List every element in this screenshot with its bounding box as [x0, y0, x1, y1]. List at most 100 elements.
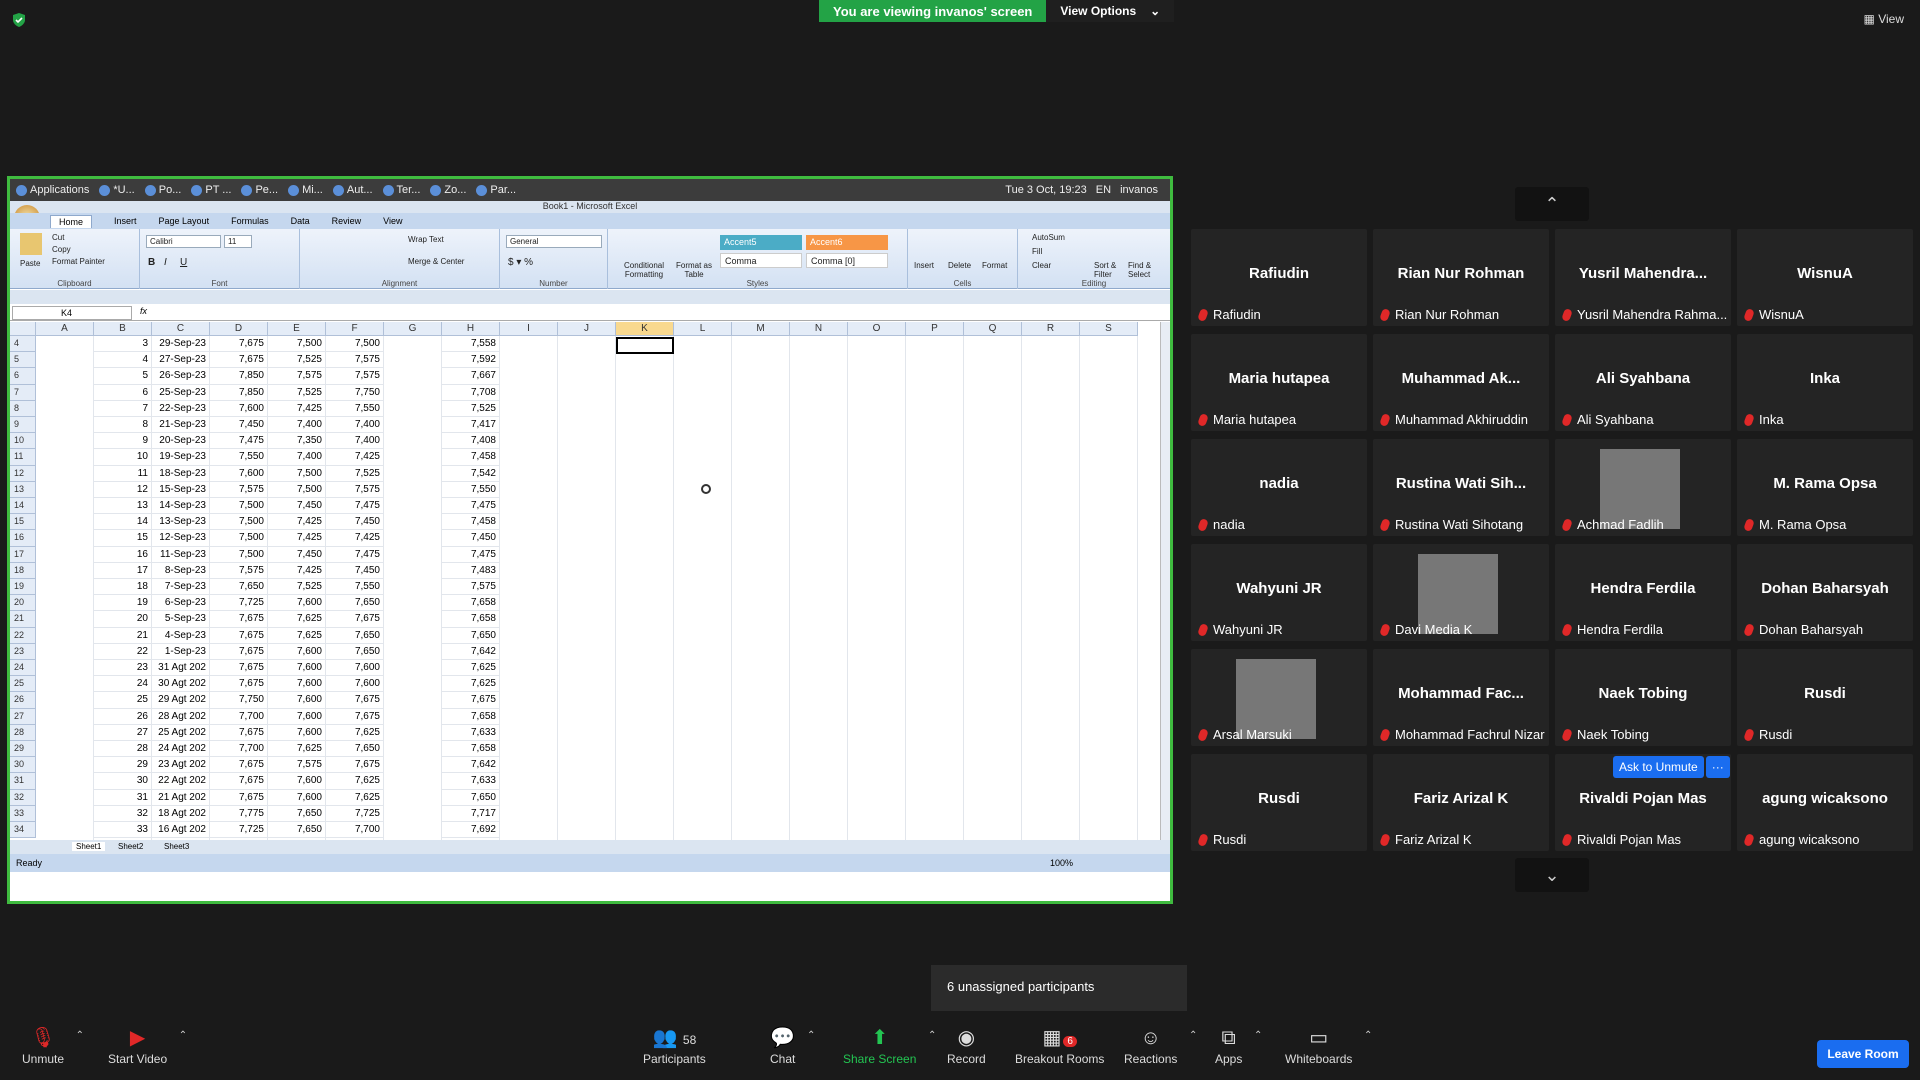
cell[interactable]: 7,675: [210, 660, 268, 677]
cell[interactable]: 7,650: [442, 789, 500, 806]
column-header[interactable]: D: [210, 322, 268, 336]
cell[interactable]: 9: [94, 433, 152, 450]
find-select-button[interactable]: Find & Select: [1128, 261, 1164, 279]
caret-up-icon[interactable]: ⌃: [179, 1030, 187, 1041]
cell[interactable]: 26-Sep-23: [152, 368, 210, 385]
cell[interactable]: 7,425: [268, 514, 326, 531]
cell[interactable]: 5-Sep-23: [152, 611, 210, 628]
cell[interactable]: 7,675: [210, 627, 268, 644]
ribbon-tab[interactable]: Formulas: [231, 216, 269, 226]
cell[interactable]: 7,500: [326, 336, 384, 353]
cell[interactable]: 7,450: [268, 498, 326, 515]
cell[interactable]: 7,675: [210, 352, 268, 369]
view-layout-button[interactable]: ▦ View: [1864, 12, 1904, 26]
participant-tile[interactable]: Ali Syahbana Ali Syahbana: [1555, 334, 1731, 431]
shared-screen[interactable]: Applications *U... Po... PT ... Pe... Mi... Au…: [7, 176, 1173, 904]
font-size-combo[interactable]: 11: [224, 235, 252, 248]
cell[interactable]: 7,400: [326, 433, 384, 450]
gallery-next-button[interactable]: ⌄: [1515, 858, 1589, 892]
cell[interactable]: 7,425: [268, 562, 326, 579]
cell[interactable]: 7,575: [268, 757, 326, 774]
cell[interactable]: 7,650: [442, 627, 500, 644]
participant-tile[interactable]: Wahyuni JR Wahyuni JR: [1191, 544, 1367, 641]
cell[interactable]: 7,525: [268, 384, 326, 401]
cell[interactable]: 25-Sep-23: [152, 384, 210, 401]
zoom-level[interactable]: 100%: [1050, 854, 1073, 872]
row-header[interactable]: 18: [10, 562, 36, 579]
column-header[interactable]: K: [616, 322, 674, 336]
taskbar-item[interactable]: Applications: [16, 184, 89, 196]
cell[interactable]: 30 Agt 202: [152, 676, 210, 693]
row-header[interactable]: 17: [10, 546, 36, 563]
style-comma0[interactable]: Comma [0]: [806, 253, 888, 268]
cell[interactable]: 7,700: [210, 708, 268, 725]
ask-to-unmute-button[interactable]: Ask to Unmute: [1613, 756, 1704, 778]
cell[interactable]: 7,592: [442, 352, 500, 369]
underline-button[interactable]: U: [180, 257, 187, 268]
cell[interactable]: 8-Sep-23: [152, 562, 210, 579]
caret-up-icon[interactable]: ⌃: [807, 1030, 815, 1041]
row-header[interactable]: 4: [10, 336, 36, 353]
format-cells-button[interactable]: Format: [982, 261, 1007, 270]
cell[interactable]: 7,675: [326, 611, 384, 628]
cell[interactable]: 7,675: [210, 611, 268, 628]
apps-button[interactable]: ⧉ Apps ⌃: [1215, 1024, 1262, 1066]
participant-tile[interactable]: Achmad Fadlih: [1555, 439, 1731, 536]
cell[interactable]: 7,675: [210, 643, 268, 660]
bold-button[interactable]: B: [148, 257, 155, 268]
cell[interactable]: 13-Sep-23: [152, 514, 210, 531]
ribbon-tab[interactable]: Data: [291, 216, 310, 226]
taskbar-item[interactable]: PT ...: [191, 184, 231, 196]
cell[interactable]: 14: [94, 514, 152, 531]
participant-tile[interactable]: Hendra Ferdila Hendra Ferdila: [1555, 544, 1731, 641]
cell[interactable]: 28: [94, 741, 152, 758]
row-header[interactable]: 19: [10, 579, 36, 596]
taskbar-item[interactable]: *U...: [99, 184, 135, 196]
cell[interactable]: 7,675: [210, 724, 268, 741]
taskbar-item[interactable]: Pe...: [241, 184, 278, 196]
insert-cells-button[interactable]: Insert: [914, 261, 934, 270]
cell[interactable]: 7,600: [210, 465, 268, 482]
cell[interactable]: 7,600: [326, 660, 384, 677]
cell[interactable]: 19: [94, 595, 152, 612]
taskbar-item[interactable]: Po...: [144, 184, 181, 196]
cell[interactable]: 7,408: [442, 433, 500, 450]
row-header[interactable]: 33: [10, 805, 36, 822]
cell[interactable]: 7,575: [268, 368, 326, 385]
row-header[interactable]: 8: [10, 400, 36, 417]
cell[interactable]: 12: [94, 481, 152, 498]
fill-button[interactable]: Fill: [1032, 247, 1042, 256]
caret-up-icon[interactable]: ⌃: [1364, 1030, 1372, 1041]
cell[interactable]: 7,650: [268, 805, 326, 822]
cell[interactable]: 3: [94, 336, 152, 353]
style-accent5[interactable]: Accent5: [720, 235, 802, 250]
view-options-button[interactable]: View Options ⌄: [1046, 0, 1175, 22]
copy-button[interactable]: Copy: [52, 245, 71, 254]
cell[interactable]: 7,400: [326, 417, 384, 434]
cell[interactable]: 31: [94, 789, 152, 806]
cell[interactable]: 7,750: [210, 692, 268, 709]
cell[interactable]: 18-Sep-23: [152, 465, 210, 482]
cell[interactable]: 7,600: [268, 773, 326, 790]
participant-tile[interactable]: Inka Inka: [1737, 334, 1913, 431]
cell[interactable]: 12-Sep-23: [152, 530, 210, 547]
vertical-scrollbar[interactable]: [1160, 322, 1170, 840]
participant-tile[interactable]: Yusril Mahendra... Yusril Mahendra Rahma.…: [1555, 229, 1731, 326]
cell[interactable]: 30: [94, 773, 152, 790]
wrap-text-button[interactable]: Wrap Text: [408, 235, 444, 244]
ribbon-tab[interactable]: Insert: [114, 216, 137, 226]
fx-icon[interactable]: fx: [140, 306, 147, 316]
ribbon-tab[interactable]: Review: [332, 216, 362, 226]
column-header[interactable]: L: [674, 322, 732, 336]
cell[interactable]: 18 Agt 202: [152, 805, 210, 822]
cell[interactable]: 7,500: [210, 530, 268, 547]
chat-button[interactable]: 💬 Chat ⌃: [770, 1024, 815, 1066]
clear-button[interactable]: Clear: [1032, 261, 1051, 270]
cell[interactable]: 7,450: [268, 546, 326, 563]
cell[interactable]: 7,675: [326, 708, 384, 725]
cell[interactable]: 26: [94, 708, 152, 725]
cell[interactable]: 7,450: [326, 514, 384, 531]
record-button[interactable]: ◉ Record: [947, 1024, 986, 1066]
row-header[interactable]: 25: [10, 676, 36, 693]
cell[interactable]: 16 Agt 202: [152, 822, 210, 839]
